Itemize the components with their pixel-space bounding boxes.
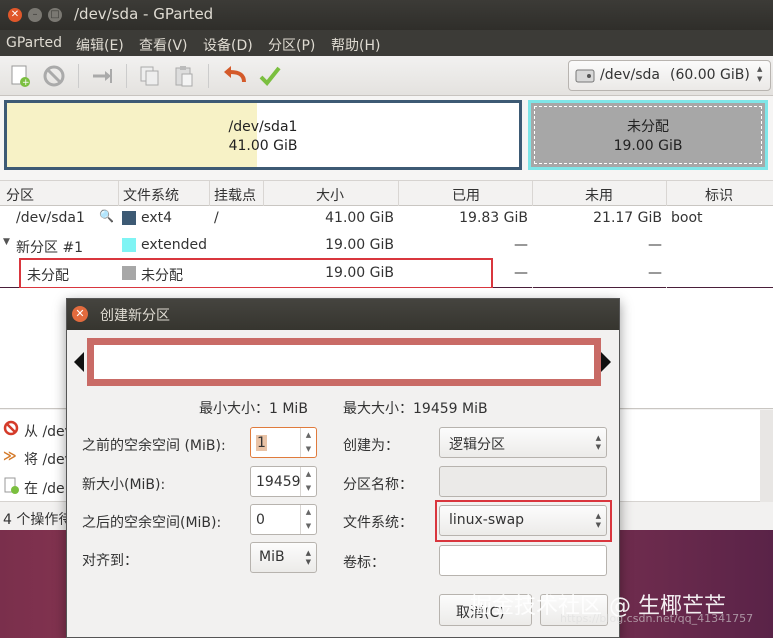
cell-flags: boot xyxy=(671,210,703,226)
free-after-value[interactable]: 0 xyxy=(256,512,265,528)
align-value: MiB xyxy=(259,549,285,565)
maximize-window-icon[interactable]: □ xyxy=(48,8,62,22)
cell-unused: — xyxy=(648,265,662,281)
key-icon: 🔍 xyxy=(99,209,114,223)
spin-updown-icon[interactable]: ▲ ▼ xyxy=(300,467,316,496)
chevron-updown-icon: ▲ ▼ xyxy=(757,65,763,83)
paste-icon[interactable] xyxy=(172,64,196,88)
new-size-value[interactable]: 19459 xyxy=(256,474,301,490)
toolbar-separator xyxy=(126,64,127,88)
cell-used: — xyxy=(514,237,528,253)
copy-icon[interactable] xyxy=(138,64,162,88)
free-before-value[interactable]: 1 xyxy=(256,435,267,451)
col-used[interactable]: 已用 xyxy=(452,185,480,205)
cell-size: 41.00 GiB xyxy=(325,210,394,226)
fs-color-swatch xyxy=(122,238,136,252)
cell-size: 19.00 GiB xyxy=(325,237,394,253)
device-name: /dev/sda xyxy=(600,67,660,83)
resize-handle-right-icon[interactable] xyxy=(601,352,611,372)
highlight-box xyxy=(19,258,493,289)
align-combo[interactable]: MiB ▲ ▼ xyxy=(250,542,317,573)
menu-partition[interactable]: 分区(P) xyxy=(268,35,315,55)
create-as-combo[interactable]: 逻辑分区 ▲ ▼ xyxy=(439,427,607,458)
volume-label-field[interactable] xyxy=(439,545,607,576)
dialog-close-icon[interactable]: ✕ xyxy=(72,306,88,322)
col-flags[interactable]: 标识 xyxy=(705,185,733,205)
graph-segment-unallocated-label: 未分配 19.00 GiB xyxy=(613,119,683,154)
menu-device[interactable]: 设备(D) xyxy=(203,35,253,55)
free-before-spinner[interactable]: 1 ▲ ▼ xyxy=(250,427,317,458)
minimize-window-icon[interactable]: – xyxy=(28,8,42,22)
max-size-label: 最大大小：19459 MiB xyxy=(343,401,488,417)
menu-gparted[interactable]: GParted xyxy=(6,35,62,51)
toolbar-separator xyxy=(78,64,79,88)
menu-view[interactable]: 查看(V) xyxy=(139,35,188,55)
resize-icon[interactable] xyxy=(90,64,114,88)
col-mountpoint[interactable]: 挂载点 xyxy=(214,185,256,205)
window-title: /dev/sda - GParted xyxy=(74,5,214,23)
toolbar-separator xyxy=(208,64,209,88)
filesystem-combo[interactable]: linux-swap ▲ ▼ xyxy=(439,505,607,536)
new-size-spinner[interactable]: 19459 ▲ ▼ xyxy=(250,466,317,497)
resize-handle-left-icon[interactable] xyxy=(74,352,84,372)
spin-updown-icon[interactable]: ▲ ▼ xyxy=(300,428,316,457)
undo-icon[interactable] xyxy=(222,64,246,88)
menu-edit[interactable]: 编辑(E) xyxy=(76,35,124,55)
chevron-updown-icon: ▲ ▼ xyxy=(595,512,601,529)
cell-used: 19.83 GiB xyxy=(459,210,528,226)
device-selector[interactable]: /dev/sda (60.00 GiB) ▲ ▼ xyxy=(568,60,771,91)
partition-resizer[interactable] xyxy=(87,338,601,386)
free-before-label: 之前的空余空间 (MiB): xyxy=(82,438,226,454)
align-label: 对齐到： xyxy=(82,553,138,569)
fs-color-swatch xyxy=(122,211,136,225)
filesystem-label: 文件系统： xyxy=(343,515,413,531)
free-after-label: 之后的空余空间(MiB): xyxy=(82,515,222,531)
partition-name-label: 分区名称： xyxy=(343,477,413,493)
cell-unused: — xyxy=(648,237,662,253)
delete-op-icon xyxy=(3,420,19,440)
cell-partition: /dev/sda1 xyxy=(16,210,85,226)
min-size-label: 最小大小：1 MiB xyxy=(199,401,308,417)
free-after-spinner[interactable]: 0 ▲ ▼ xyxy=(250,504,317,535)
partition-name-field xyxy=(439,466,607,497)
resize-op-icon: ≫ xyxy=(3,449,17,464)
menu-help[interactable]: 帮助(H) xyxy=(331,35,380,55)
new-size-label: 新大小(MiB): xyxy=(82,477,166,493)
cell-mountpoint: / xyxy=(214,210,219,226)
create-as-value: 逻辑分区 xyxy=(449,437,505,453)
spin-updown-icon[interactable]: ▲ ▼ xyxy=(300,505,316,534)
delete-icon[interactable] xyxy=(42,64,66,88)
chevron-updown-icon: ▲ ▼ xyxy=(595,434,601,451)
cell-partition: 新分区 #1 xyxy=(16,240,84,256)
close-window-icon[interactable]: ✕ xyxy=(8,8,22,22)
filesystem-value: linux-swap xyxy=(449,512,525,528)
col-unused[interactable]: 未用 xyxy=(585,185,613,205)
harddisk-icon xyxy=(575,66,595,90)
cell-filesystem: ext4 xyxy=(141,210,173,226)
col-partition[interactable]: 分区 xyxy=(6,185,34,205)
new-op-icon xyxy=(3,477,19,499)
col-filesystem[interactable]: 文件系统 xyxy=(123,185,179,205)
device-size: (60.00 GiB) xyxy=(670,67,750,83)
operations-scrollbar[interactable] xyxy=(760,410,773,502)
cell-filesystem: extended xyxy=(141,237,208,253)
col-size[interactable]: 大小 xyxy=(316,185,344,205)
dialog-title: 创建新分区 xyxy=(100,308,170,324)
cell-unused: 21.17 GiB xyxy=(593,210,662,226)
chevron-updown-icon: ▲ ▼ xyxy=(305,549,311,566)
pending-count: 4 个操作待 xyxy=(3,512,73,528)
create-as-label: 创建为： xyxy=(343,438,399,454)
watermark-url: https://blog.csdn.net/qq_41341757 xyxy=(560,612,754,625)
volume-label-label: 卷标： xyxy=(343,555,385,571)
expander-down-icon[interactable]: ▼ xyxy=(3,237,10,247)
apply-icon[interactable] xyxy=(258,64,282,88)
partition-table-header xyxy=(0,180,773,206)
svg-text:+: + xyxy=(22,78,30,88)
graph-segment-sda1-label: /dev/sda1 41.00 GiB xyxy=(228,119,298,154)
new-partition-icon[interactable]: + xyxy=(8,64,32,88)
operation-item[interactable]: 在 /de xyxy=(24,478,65,498)
